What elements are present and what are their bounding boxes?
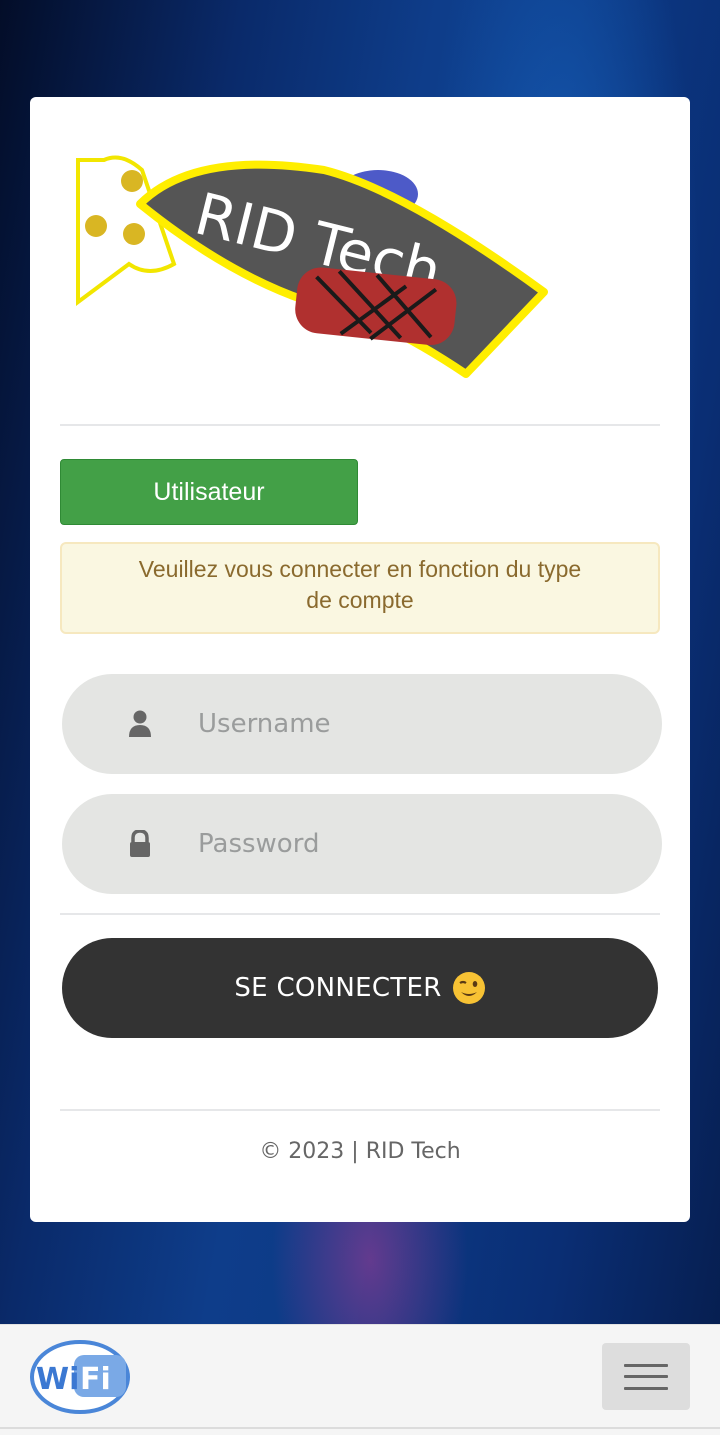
info-alert: Veuillez vous connecter en fonction du t…: [60, 542, 660, 634]
copyright-text: © 2023 | RID Tech: [259, 1139, 461, 1164]
hamburger-menu-icon: [624, 1375, 668, 1378]
hamburger-menu-icon: [624, 1364, 668, 1367]
winking-face-icon: [452, 972, 485, 1004]
hamburger-menu-button[interactable]: [602, 1343, 690, 1410]
lock-icon: [130, 830, 150, 857]
bottom-navbar: Wi Fi: [0, 1324, 720, 1435]
svg-text:Wi: Wi: [36, 1362, 79, 1397]
wifi-logo[interactable]: Wi Fi: [28, 1339, 132, 1415]
username-field[interactable]: [62, 674, 662, 774]
divider: [60, 424, 660, 426]
divider: [60, 1109, 660, 1111]
user-type-button[interactable]: Utilisateur: [60, 459, 358, 525]
login-card: RID Tech Utilisateur Veuillez vous conne…: [30, 97, 690, 1222]
login-button-label: SE CONNECTER: [234, 973, 442, 1003]
username-input[interactable]: [198, 674, 628, 774]
svg-text:Fi: Fi: [80, 1362, 111, 1397]
hamburger-menu-icon: [624, 1387, 668, 1390]
login-button[interactable]: SE CONNECTER: [62, 938, 658, 1038]
user-icon: [129, 710, 151, 737]
password-input[interactable]: [198, 794, 628, 894]
password-field[interactable]: [62, 794, 662, 894]
divider: [60, 913, 660, 915]
rid-tech-logo: RID Tech: [76, 155, 548, 378]
